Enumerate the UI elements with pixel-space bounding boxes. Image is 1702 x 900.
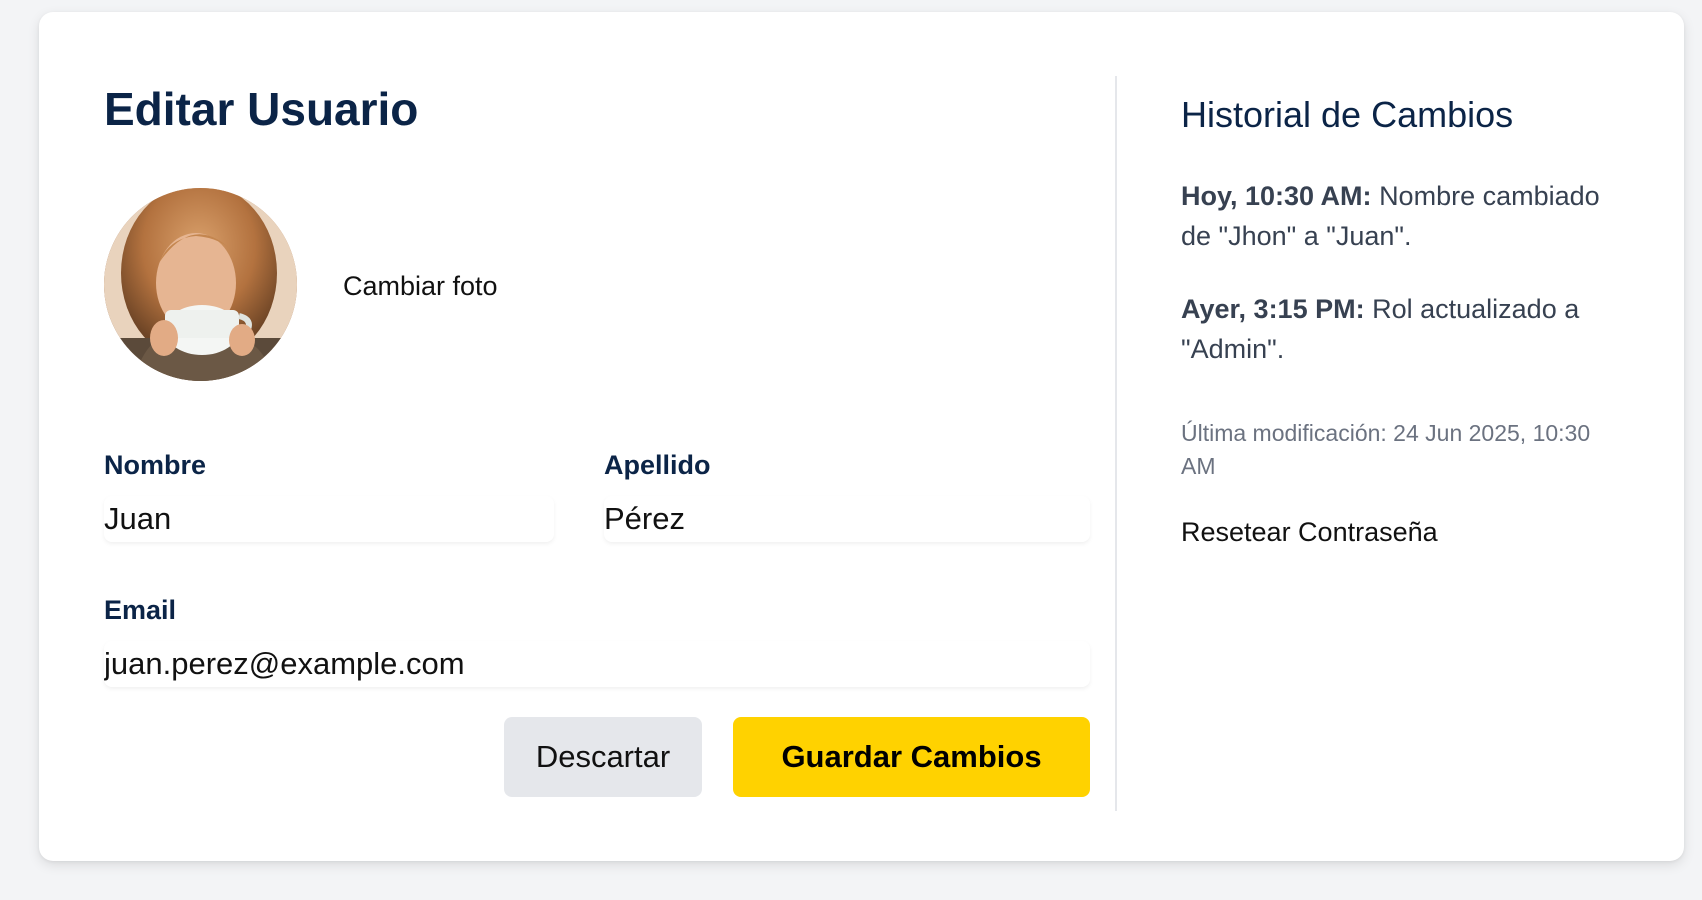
first-name-field[interactable] [104, 496, 554, 542]
history-entry: Ayer, 3:15 PM: Rol actualizado a "Admin"… [1181, 289, 1621, 369]
email-label: Email [104, 595, 177, 625]
first-name-label: Nombre [104, 450, 207, 480]
history-entry-time: Hoy, 10:30 AM: [1181, 181, 1372, 211]
history-entry: Hoy, 10:30 AM: Nombre cambiado de "Jhon"… [1181, 176, 1621, 256]
history-title: Historial de Cambios [1181, 94, 1514, 135]
change-photo-link[interactable]: Cambiar foto [343, 271, 498, 302]
email-field[interactable] [104, 641, 1090, 687]
history-entry-time: Ayer, 3:15 PM: [1181, 294, 1365, 324]
last-name-label: Apellido [604, 450, 711, 480]
edit-user-card: Editar Usuario Cambiar foto Nombre Juan … [39, 12, 1684, 861]
edit-user-form: Editar Usuario Cambiar foto Nombre Juan … [104, 12, 1090, 861]
last-name-field[interactable] [604, 496, 1090, 542]
discard-button[interactable]: Descartar [504, 717, 702, 797]
last-modified-text: Última modificación: 24 Jun 2025, 10:30 … [1181, 420, 1591, 479]
avatar-photo-icon [104, 188, 297, 381]
save-changes-button[interactable]: Guardar Cambios [733, 717, 1090, 797]
reset-password-link[interactable]: Resetear Contraseña [1181, 517, 1438, 548]
page-title: Editar Usuario [104, 83, 419, 135]
user-avatar[interactable] [104, 188, 297, 381]
section-divider [1115, 76, 1117, 811]
change-history-panel: Historial de Cambios Hoy, 10:30 AM: Nomb… [1181, 12, 1651, 861]
